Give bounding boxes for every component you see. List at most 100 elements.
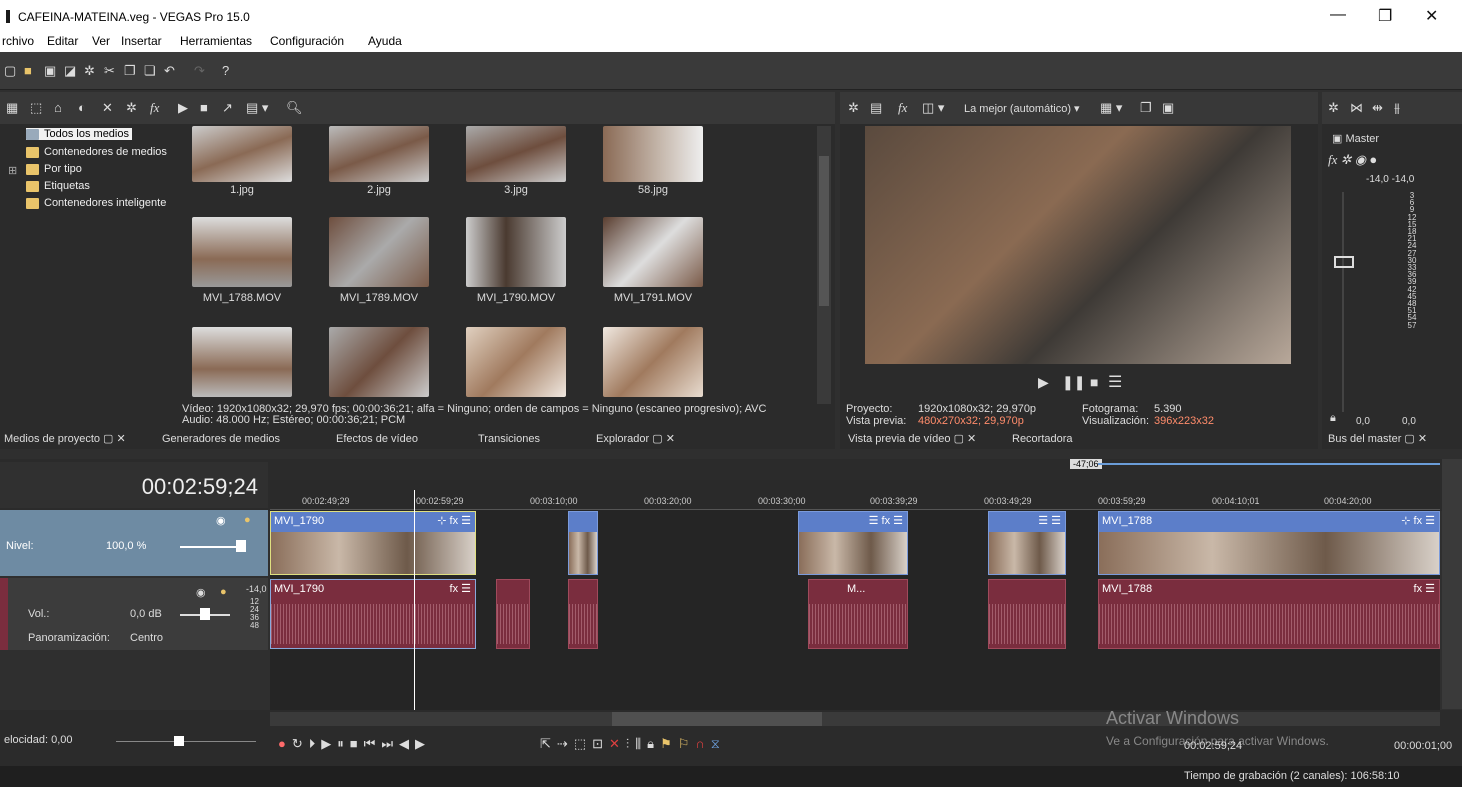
- search-icon[interactable]: 🔍︎: [286, 100, 303, 116]
- paste-icon[interactable]: ❏: [144, 63, 156, 79]
- solo-icon[interactable]: ●: [220, 586, 227, 598]
- envelope-tool-icon[interactable]: ⇢: [557, 736, 574, 751]
- tab-efectos-video[interactable]: Efectos de vídeo: [336, 430, 418, 448]
- close-button[interactable]: ✕: [1425, 6, 1438, 26]
- timeline-hscrollbar[interactable]: [270, 712, 1440, 726]
- dim-icon[interactable]: ⋈: [1350, 100, 1363, 116]
- delete-icon[interactable]: ✕: [609, 736, 626, 751]
- menu-insertar[interactable]: Insertar: [121, 34, 162, 48]
- help-icon[interactable]: ?: [222, 63, 229, 78]
- video-clip[interactable]: ☰ ☰: [988, 511, 1066, 575]
- level-slider[interactable]: [180, 546, 242, 548]
- video-track-header[interactable]: Nivel: 100,0 % ◉ ●: [0, 510, 268, 576]
- region-icon[interactable]: ⚐: [678, 736, 696, 751]
- video-clip[interactable]: [568, 511, 598, 575]
- play-icon[interactable]: ▶: [178, 100, 188, 116]
- new-icon[interactable]: ▢: [4, 63, 16, 79]
- snap-icon[interactable]: ∩: [695, 736, 710, 751]
- expand-icon[interactable]: ⊞: [8, 164, 17, 177]
- menu-ayuda[interactable]: Ayuda: [368, 34, 402, 48]
- video-clip[interactable]: MVI_1790 ⊹ fx ☰: [270, 511, 476, 575]
- copy-icon[interactable]: ❐: [124, 63, 136, 79]
- stop-icon[interactable]: ■: [200, 100, 208, 115]
- overlays-icon[interactable]: ▦ ▾: [1100, 100, 1122, 116]
- clip-fx-icon[interactable]: ⊹ fx ☰: [1401, 514, 1435, 527]
- clip-fx-icon[interactable]: fx ☰: [1414, 582, 1435, 595]
- media-thumb[interactable]: [329, 217, 429, 287]
- capture-icon[interactable]: ⌂: [54, 100, 62, 115]
- external-monitor-icon[interactable]: ▤: [870, 100, 882, 116]
- preview-quality-dropdown[interactable]: La mejor (automático) ▾: [964, 102, 1080, 115]
- cut-icon[interactable]: ✂: [104, 63, 115, 79]
- clip-fx-icon[interactable]: ⊹ fx ☰: [437, 514, 471, 527]
- menu-herramientas[interactable]: Herramientas: [180, 34, 252, 48]
- media-thumb[interactable]: [192, 126, 292, 182]
- clip-menu-icon[interactable]: ☰ ☰: [1038, 514, 1061, 527]
- normal-edit-tool-icon[interactable]: ⇱: [540, 736, 557, 751]
- media-thumb[interactable]: [192, 327, 292, 397]
- redo-icon[interactable]: ↷: [194, 63, 205, 79]
- loop-marker[interactable]: -47;06: [1070, 459, 1102, 469]
- playhead-cursor[interactable]: [414, 490, 415, 710]
- scrollbar-thumb[interactable]: [819, 156, 829, 306]
- media-view-icon[interactable]: ▦: [6, 100, 18, 116]
- menu-configuracion[interactable]: Configuración: [270, 34, 344, 48]
- undo-icon[interactable]: ↶: [164, 63, 175, 79]
- get-media-icon[interactable]: ◐: [78, 100, 86, 115]
- media-thumb[interactable]: [329, 327, 429, 397]
- play-icon[interactable]: ▶: [321, 736, 337, 751]
- audio-track-header[interactable]: Vol.: 0,0 dB Panoramización: Centro ◉ ● …: [0, 578, 268, 650]
- save-snapshot-icon[interactable]: ▣: [1162, 100, 1174, 116]
- menu-ver[interactable]: Ver: [92, 34, 110, 48]
- clip-fx-icon[interactable]: fx ☰: [450, 582, 471, 595]
- tab-explorador[interactable]: Explorador ▢ ✕: [596, 430, 675, 448]
- media-thumb[interactable]: [192, 217, 292, 287]
- stop-icon[interactable]: ■: [350, 736, 364, 751]
- audio-clip[interactable]: MVI_1790 fx ☰: [270, 579, 476, 649]
- save-icon[interactable]: ▣: [44, 63, 56, 79]
- record-icon[interactable]: ●: [278, 736, 292, 751]
- media-fx-icon[interactable]: fx: [150, 100, 159, 116]
- play-from-start-icon[interactable]: ⏵: [309, 736, 322, 751]
- prev-frame-icon[interactable]: ◀: [399, 736, 415, 751]
- open-folder-icon[interactable]: ■: [24, 63, 32, 78]
- mixer-icon[interactable]: ⫵: [1394, 100, 1400, 116]
- audio-clip[interactable]: [988, 579, 1066, 649]
- next-frame-icon[interactable]: ▶: [415, 736, 431, 751]
- remove-icon[interactable]: ✕: [102, 100, 113, 116]
- rate-slider-handle[interactable]: [174, 736, 184, 746]
- video-clip[interactable]: ☰ fx ☰: [798, 511, 908, 575]
- tree-item-inteligentes[interactable]: Contenedores inteligente: [26, 197, 166, 209]
- media-thumb[interactable]: [603, 327, 703, 397]
- tab-bus-master[interactable]: Bus del master ▢ ✕: [1328, 430, 1427, 448]
- lock-icon[interactable]: 🔒︎: [1330, 412, 1336, 425]
- auto-ripple-icon[interactable]: ⧖: [711, 736, 726, 751]
- tree-item-todos[interactable]: Todos los medios: [26, 128, 132, 140]
- maximize-button[interactable]: ❐: [1378, 6, 1392, 26]
- lock-icon[interactable]: 🔒︎: [647, 736, 660, 751]
- pause-icon[interactable]: ⏸: [337, 736, 350, 751]
- loop-region[interactable]: [1098, 463, 1440, 465]
- minimize-button[interactable]: —: [1330, 6, 1346, 24]
- media-scrollbar[interactable]: [817, 126, 831, 404]
- copy-snapshot-icon[interactable]: ❐: [1140, 100, 1152, 116]
- rate-slider[interactable]: [116, 741, 256, 742]
- hscrollbar-thumb[interactable]: [612, 712, 822, 726]
- tree-item-etiquetas[interactable]: Etiquetas: [26, 180, 90, 192]
- tree-item-contenedores[interactable]: Contenedores de medios: [26, 146, 167, 158]
- import-media-icon[interactable]: ⬚: [30, 100, 42, 116]
- timeline-ruler[interactable]: 00:02:49;29 00:02:59;29 00:03:10;00 00:0…: [270, 480, 1440, 510]
- video-clip[interactable]: MVI_1788 ⊹ fx ☰: [1098, 511, 1440, 575]
- audio-clip[interactable]: [568, 579, 598, 649]
- menu-editar[interactable]: Editar: [47, 34, 78, 48]
- preview-settings-icon[interactable]: ✲: [848, 100, 859, 116]
- trim-icon[interactable]: ⫶: [626, 736, 635, 751]
- menu-archivo[interactable]: rchivo: [2, 34, 34, 48]
- media-thumb[interactable]: [466, 217, 566, 287]
- preview-pause-icon[interactable]: ❚❚: [1062, 374, 1085, 391]
- preview-stop-icon[interactable]: ■: [1090, 374, 1098, 390]
- zoom-tool-icon[interactable]: ⊡: [592, 736, 609, 751]
- media-thumb[interactable]: [329, 126, 429, 182]
- master-fx-icon[interactable]: fx ✲ ◉ ●: [1328, 152, 1377, 168]
- views-icon[interactable]: ▤ ▾: [246, 100, 268, 116]
